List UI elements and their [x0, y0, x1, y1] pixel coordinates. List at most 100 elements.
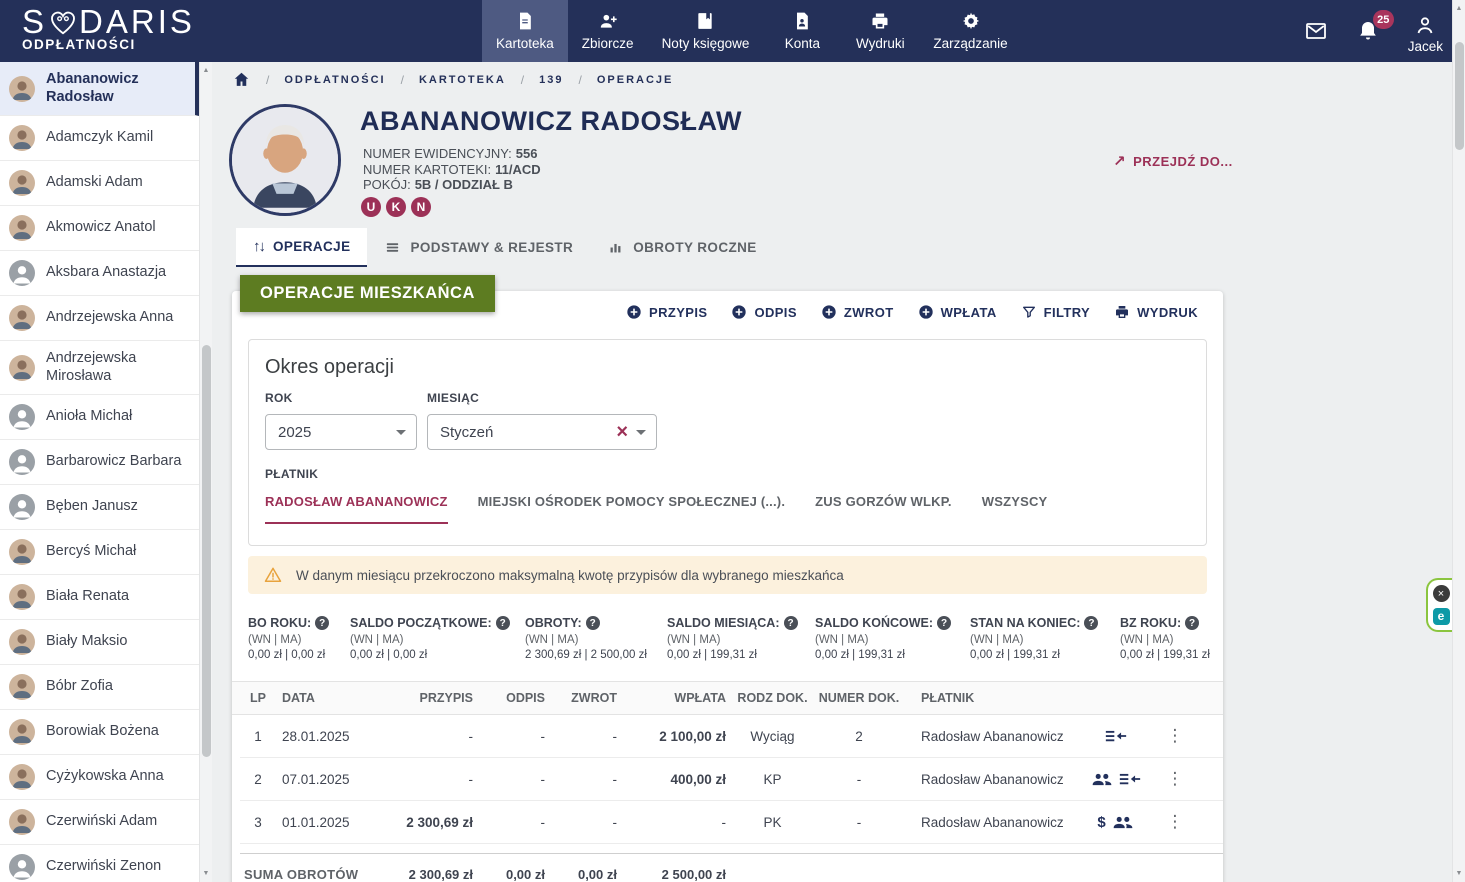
stat-label-text: BZ ROKU: — [1120, 616, 1181, 630]
row-menu-button[interactable]: ⋮ — [1158, 815, 1192, 829]
breadcrumb-segment[interactable]: KARTOTEKA — [419, 74, 506, 86]
miesiac-value: Styczeń — [440, 424, 616, 441]
resident-avatar — [9, 305, 35, 331]
nav-item-wydruki[interactable]: Wydruki — [841, 0, 919, 62]
sidebar-resident-item[interactable]: Anioła Michał — [0, 395, 199, 440]
sidebar-resident-item[interactable]: Biały Maksio — [0, 620, 199, 665]
browser-extension-widget[interactable]: × e — [1426, 578, 1454, 632]
notifications-button[interactable]: 25 — [1356, 19, 1380, 43]
tab-label: OBROTY ROCZNE — [633, 240, 756, 255]
breadcrumb-separator: / — [579, 73, 582, 87]
scroll-up-icon[interactable]: ▲ — [1453, 1, 1465, 16]
miesiac-select[interactable]: Styczeń × — [427, 414, 657, 450]
sidebar-resident-item[interactable]: Andrzejewska Mirosława — [0, 341, 199, 395]
action-label: FILTRY — [1044, 305, 1090, 320]
help-icon[interactable]: ? — [937, 616, 951, 630]
stat-label: SALDO KOŃCOWE:? — [815, 616, 970, 630]
plus-circle-icon — [626, 304, 642, 320]
cell-odpis: - — [481, 729, 553, 744]
filtry-button[interactable]: FILTRY — [1021, 304, 1090, 320]
help-icon[interactable]: ? — [1084, 616, 1098, 630]
book-icon — [695, 11, 715, 31]
sidebar-resident-item[interactable]: Bęben Janusz — [0, 485, 199, 530]
row-menu-button[interactable]: ⋮ — [1158, 772, 1192, 786]
sidebar-resident-item[interactable]: Cyżykowska Anna — [0, 755, 199, 800]
sidebar-resident-item[interactable]: Adamski Adam — [0, 161, 199, 206]
clear-icon[interactable]: × — [616, 424, 628, 440]
sidebar-resident-item[interactable]: Czerwiński Adam — [0, 800, 199, 845]
resident-avatar — [9, 76, 35, 102]
wydruk-button[interactable]: WYDRUK — [1114, 304, 1198, 320]
payer-tab-zus-gorzow[interactable]: ZUS GORZÓW WLKP. — [815, 494, 952, 524]
tab-obroty-roczne[interactable]: OBROTY ROCZNE — [590, 228, 773, 267]
help-icon[interactable]: ? — [315, 616, 329, 630]
sidebar-scrollbar[interactable]: ▲ ▼ — [199, 62, 212, 882]
payer-tab-mops[interactable]: MIEJSKI OŚRODEK POMOCY SPOŁECZNEJ (...). — [478, 494, 786, 524]
zwrot-button[interactable]: ZWROT — [821, 304, 894, 320]
help-icon[interactable]: ? — [496, 616, 510, 630]
scroll-up-icon[interactable]: ▲ — [200, 63, 212, 78]
tab-podstawy-rejestr[interactable]: PODSTAWY & REJESTR — [367, 228, 590, 267]
main-content: /ODPŁATNOŚCI/KARTOTEKA/139/OPERACJE ABAN… — [212, 62, 1452, 882]
help-icon[interactable]: ? — [586, 616, 600, 630]
rok-select[interactable]: 2025 — [265, 414, 417, 450]
cell-lp: 2 — [240, 772, 276, 787]
stat-label: STAN NA KONIEC:? — [970, 616, 1120, 630]
resident-photo — [229, 104, 341, 216]
nav-item-noty-ksiegowe[interactable]: Noty księgowe — [648, 0, 764, 62]
cell-zwrot: - — [553, 729, 625, 744]
help-icon[interactable]: ? — [784, 616, 798, 630]
nav-item-zbiorcze[interactable]: Zbiorcze — [568, 0, 648, 62]
sidebar-scrollbar-thumb[interactable] — [202, 345, 211, 757]
user-menu[interactable]: Jacek — [1408, 14, 1443, 54]
table-row: 301.01.20252 300,69 zł---PK-Radosław Aba… — [240, 801, 1223, 844]
scroll-down-icon[interactable]: ▼ — [1453, 866, 1465, 881]
przypis-button[interactable]: PRZYPIS — [626, 304, 707, 320]
page-scrollbar[interactable]: ▲ ▼ — [1452, 0, 1465, 882]
resident-name-label: Cyżykowska Anna — [46, 768, 164, 786]
sidebar-resident-item[interactable]: Bóbr Zofia — [0, 665, 199, 710]
home-icon[interactable] — [232, 70, 251, 89]
cell-zwrot: - — [553, 772, 625, 787]
section-badge: OPERACJE MIESZKAŃCA — [240, 275, 495, 312]
stat-value: 0,00 zł | 199,31 zł — [970, 649, 1120, 661]
breadcrumb-separator: / — [266, 73, 269, 87]
nav-item-kartoteka[interactable]: Kartoteka — [482, 0, 568, 62]
close-icon[interactable]: × — [1433, 585, 1450, 602]
stat-value: 0,00 zł | 199,31 zł — [1120, 649, 1207, 661]
sidebar-resident-item[interactable]: Andrzejewska Anna — [0, 296, 199, 341]
row-menu-button[interactable]: ⋮ — [1158, 729, 1192, 743]
sidebar-resident-item[interactable]: Borowiak Bożena — [0, 710, 199, 755]
sidebar-resident-item[interactable]: Abananowicz Radosław — [0, 62, 199, 116]
payer-tab-radoslaw-abananowicz[interactable]: RADOSŁAW ABANANOWICZ — [265, 494, 448, 524]
page-scrollbar-thumb[interactable] — [1455, 42, 1464, 150]
scroll-down-icon[interactable]: ▼ — [200, 866, 212, 881]
cell-platnik: Radosław Abananowicz — [903, 729, 1073, 744]
mail-button[interactable] — [1304, 19, 1328, 43]
resident-avatar — [9, 584, 35, 610]
sidebar-resident-item[interactable]: Bercyś Michał — [0, 530, 199, 575]
nav-item-zarzadzanie[interactable]: Zarządzanie — [919, 0, 1021, 62]
resident-avatar — [9, 719, 35, 745]
resident-tabs: ↑↓OPERACJEPODSTAWY & REJESTR OBROTY ROCZN… — [236, 228, 774, 267]
breadcrumb-segment[interactable]: ODPŁATNOŚCI — [284, 74, 385, 86]
breadcrumb-segment[interactable]: OPERACJE — [597, 74, 674, 86]
tab-operacje[interactable]: ↑↓OPERACJE — [236, 228, 367, 267]
goto-link[interactable]: ↗ PRZEJDŹ DO... — [1113, 152, 1233, 170]
sidebar-resident-item[interactable]: Aksbara Anastazja — [0, 251, 199, 296]
sidebar-resident-item[interactable]: Akmowicz Anatol — [0, 206, 199, 251]
cell-numer: - — [815, 772, 903, 787]
eset-icon: e — [1433, 608, 1450, 625]
sidebar-resident-item[interactable]: Adamczyk Kamil — [0, 116, 199, 161]
odpis-button[interactable]: ODPIS — [731, 304, 796, 320]
sidebar-resident-item[interactable]: Barbarowicz Barbara — [0, 440, 199, 485]
breadcrumb-segment[interactable]: 139 — [539, 74, 563, 86]
sidebar-resident-item[interactable]: Biała Renata — [0, 575, 199, 620]
plus-circle-icon — [821, 304, 837, 320]
help-icon[interactable]: ? — [1185, 616, 1199, 630]
payer-tab-wszyscy[interactable]: WSZYSCY — [982, 494, 1048, 524]
sidebar-resident-item[interactable]: Czerwiński Zenon — [0, 845, 199, 882]
nav-item-konta[interactable]: Konta — [763, 0, 841, 62]
app-logo[interactable]: S DARIS ODPŁATNOŚCI — [0, 0, 230, 62]
wplata-button[interactable]: WPŁATA — [918, 304, 997, 320]
